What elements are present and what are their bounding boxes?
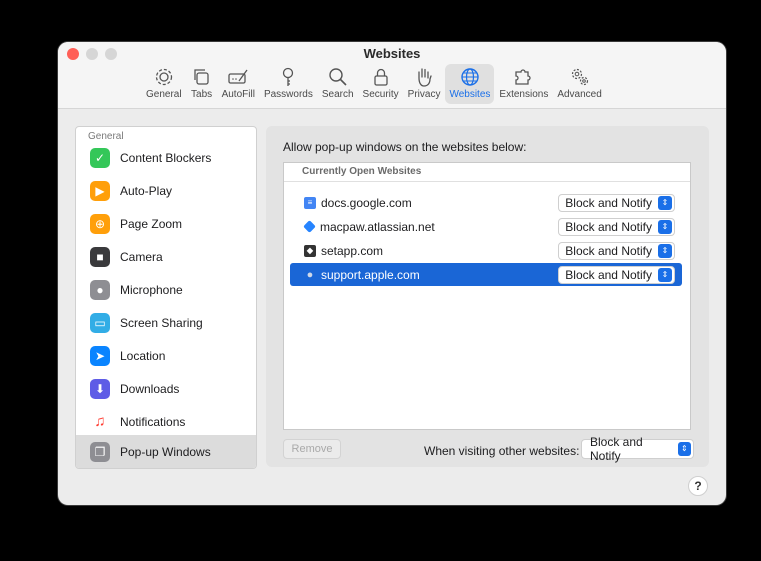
websites-panel: Allow pop-up windows on the websites bel… xyxy=(266,126,709,467)
sidebar-item-label: Pop-up Windows xyxy=(120,444,211,459)
sidebar-item-location[interactable]: ➤ Location xyxy=(76,339,256,372)
hand-icon xyxy=(418,68,432,87)
globe-icon xyxy=(461,68,479,86)
tab-extensions[interactable]: Extensions xyxy=(495,64,552,104)
site-row-support-apple[interactable]: ● support.apple.com Block and Notify ⇕ xyxy=(290,263,682,286)
site-setting-select[interactable]: Block and Notify ⇕ xyxy=(558,241,675,260)
tab-general[interactable]: General xyxy=(142,64,186,104)
remove-button[interactable]: Remove xyxy=(283,439,341,459)
camera-icon: ■ xyxy=(90,246,110,267)
sidebar-item-label: Notifications xyxy=(120,414,186,429)
site-name: macpaw.atlassian.net xyxy=(320,219,435,234)
sidebar-item-label: Auto-Play xyxy=(120,183,173,198)
site-name: setapp.com xyxy=(321,243,384,258)
default-setting-select[interactable]: Block and Notify ⇕ xyxy=(581,435,694,463)
apple-icon: ● xyxy=(306,268,314,281)
sidebar-item-downloads[interactable]: ⬇ Downloads xyxy=(76,372,256,405)
select-value: Block and Notify xyxy=(565,219,652,234)
tab-label: Security xyxy=(362,89,399,100)
tab-label: Passwords xyxy=(263,89,313,100)
tab-passwords[interactable]: Passwords xyxy=(260,64,317,104)
site-row-macpaw-atlassian[interactable]: macpaw.atlassian.net Block and Notify ⇕ xyxy=(290,215,682,238)
sidebar-item-label: Content Blockers xyxy=(120,150,212,165)
chevron-updown-icon: ⇕ xyxy=(658,195,672,210)
site-setting-select[interactable]: Block and Notify ⇕ xyxy=(558,265,675,284)
tab-label: AutoFill xyxy=(221,89,255,100)
site-setting-select[interactable]: Block and Notify ⇕ xyxy=(558,193,675,212)
visiting-label: When visiting other websites: xyxy=(424,444,580,458)
sidebar-item-microphone[interactable]: ● Microphone xyxy=(76,273,256,306)
magnifier-icon xyxy=(328,68,347,86)
select-value: Block and Notify xyxy=(565,195,652,210)
tab-label: Privacy xyxy=(407,89,441,100)
popup-window-icon: ❐ xyxy=(90,441,110,462)
tab-privacy[interactable]: Privacy xyxy=(404,64,445,104)
screen-share-icon: ▭ xyxy=(90,312,110,333)
window-title: Websites xyxy=(363,46,421,61)
tab-label: General xyxy=(146,89,182,100)
preferences-window: Websites General Tabs AutoFill Passwords… xyxy=(58,42,726,505)
zoom-icon: ⊕ xyxy=(90,213,110,234)
allow-label: Allow pop-up windows on the websites bel… xyxy=(283,140,527,154)
chevron-updown-icon: ⇕ xyxy=(658,243,672,258)
tabs-icon xyxy=(193,69,209,85)
setapp-icon: ◆ xyxy=(304,244,316,257)
tab-websites[interactable]: Websites xyxy=(445,64,495,104)
key-icon xyxy=(283,67,294,86)
sidebar-item-label: Microphone xyxy=(120,282,183,297)
sidebar-item-label: Downloads xyxy=(120,381,180,396)
list-header: Currently Open Websites xyxy=(284,163,690,182)
site-name: docs.google.com xyxy=(321,195,412,210)
bell-icon: ♫ xyxy=(90,411,110,432)
sidebar-item-label: Screen Sharing xyxy=(120,315,203,330)
chevron-updown-icon: ⇕ xyxy=(658,267,672,282)
tab-label: Search xyxy=(321,89,354,100)
tab-advanced[interactable]: Advanced xyxy=(553,64,605,104)
location-arrow-icon: ➤ xyxy=(90,345,110,366)
sidebar-item-page-zoom[interactable]: ⊕ Page Zoom xyxy=(76,207,256,240)
site-row-docs-google[interactable]: ≡ docs.google.com Block and Notify ⇕ xyxy=(290,191,682,214)
atlassian-icon xyxy=(303,220,316,233)
gear-icon xyxy=(155,68,172,86)
chevron-updown-icon: ⇕ xyxy=(658,219,672,234)
select-value: Block and Notify xyxy=(590,435,643,463)
sidebar-item-auto-play[interactable]: ▶ Auto-Play xyxy=(76,174,256,207)
tab-search[interactable]: Search xyxy=(318,64,358,104)
site-row-setapp[interactable]: ◆ setapp.com Block and Notify ⇕ xyxy=(290,239,682,262)
tab-tabs[interactable]: Tabs xyxy=(187,64,217,104)
site-setting-select[interactable]: Block and Notify ⇕ xyxy=(558,217,675,236)
select-value: Block and Notify xyxy=(565,267,652,282)
tab-label: Websites xyxy=(449,89,491,100)
tab-autofill[interactable]: AutoFill xyxy=(218,64,259,104)
preferences-toolbar: General Tabs AutoFill Passwords Search S… xyxy=(142,64,607,104)
sidebar-item-label: Page Zoom xyxy=(120,216,183,231)
sidebar-item-label: Camera xyxy=(120,249,163,264)
lock-icon xyxy=(373,68,388,86)
tab-label: Advanced xyxy=(557,89,602,100)
title-bar: Websites General Tabs AutoFill Passwords… xyxy=(58,42,726,109)
sidebar-item-camera[interactable]: ■ Camera xyxy=(76,240,256,273)
websites-list[interactable]: Currently Open Websites ≡ docs.google.co… xyxy=(283,162,691,430)
play-icon: ▶ xyxy=(90,180,110,201)
check-shield-icon: ✓ xyxy=(90,147,110,168)
gears-icon xyxy=(571,68,588,86)
sidebar-item-popup-windows[interactable]: ❐ Pop-up Windows xyxy=(76,435,256,468)
site-name: support.apple.com xyxy=(321,267,420,282)
google-docs-icon: ≡ xyxy=(304,196,316,209)
tab-label: Tabs xyxy=(191,89,213,100)
tab-label: Extensions xyxy=(499,89,549,100)
sidebar-item-notifications[interactable]: ♫ Notifications xyxy=(76,405,256,438)
tab-security[interactable]: Security xyxy=(359,64,403,104)
sidebar: General ✓ Content Blockers ▶ Auto-Play ⊕… xyxy=(75,126,257,469)
pencil-form-icon xyxy=(228,69,248,84)
download-icon: ⬇ xyxy=(90,378,110,399)
sidebar-item-label: Location xyxy=(120,348,166,363)
puzzle-icon xyxy=(515,69,531,85)
sidebar-item-content-blockers[interactable]: ✓ Content Blockers xyxy=(76,141,256,174)
chevron-updown-icon: ⇕ xyxy=(677,442,691,456)
sidebar-item-screen-sharing[interactable]: ▭ Screen Sharing xyxy=(76,306,256,339)
help-button[interactable]: ? xyxy=(688,476,708,496)
microphone-icon: ● xyxy=(90,279,110,300)
select-value: Block and Notify xyxy=(565,243,652,258)
